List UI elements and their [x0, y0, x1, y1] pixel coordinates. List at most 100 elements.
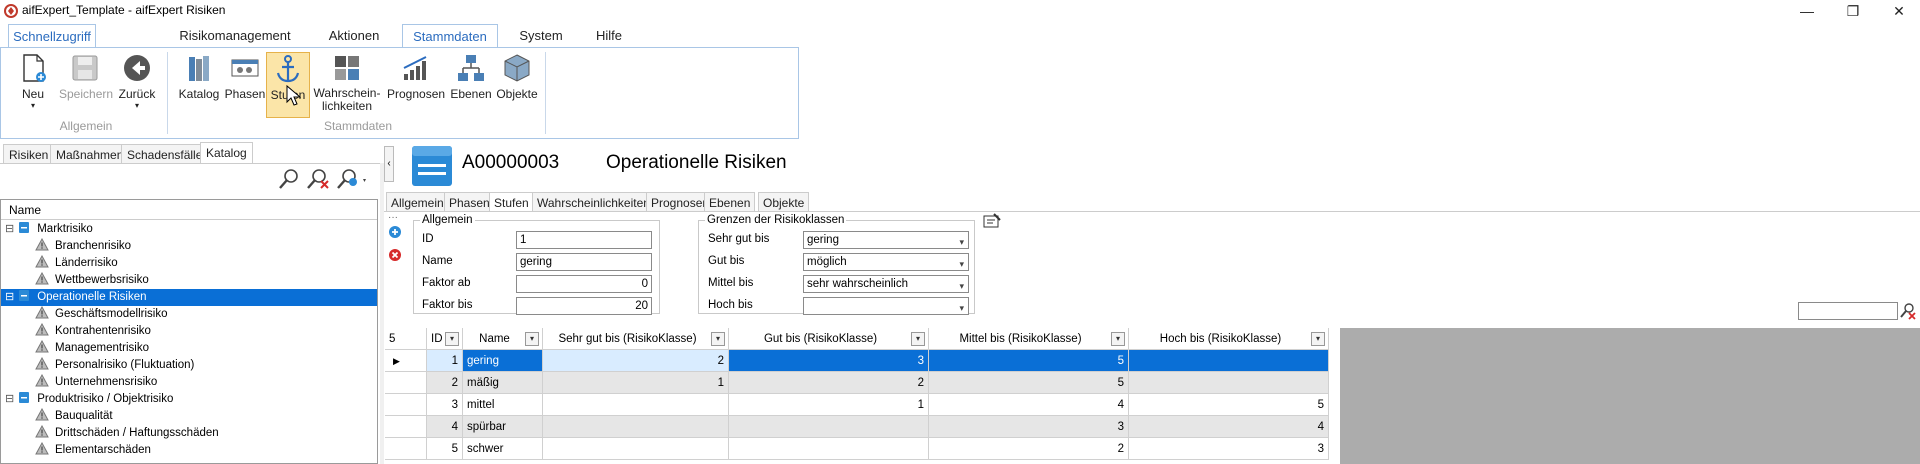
quick-filter-input[interactable]	[1798, 302, 1898, 320]
grid-cell[interactable]: 3	[427, 394, 463, 416]
tab-wahrscheinlichkeiten[interactable]: Wahrscheinlichkeiten	[532, 192, 655, 212]
grid-cell[interactable]: 3	[1129, 438, 1329, 460]
column-header[interactable]: Mittel bis (RisikoKlasse) ▾	[929, 328, 1129, 350]
grid-cell[interactable]: 1	[729, 394, 929, 416]
grid-cell[interactable]	[729, 438, 929, 460]
faktor-bis-field[interactable]	[516, 297, 652, 315]
grid-cell[interactable]: 2	[929, 438, 1129, 460]
search-icon[interactable]	[278, 168, 300, 190]
delete-icon[interactable]	[388, 248, 402, 262]
tree-node[interactable]: Branchenrisiko	[1, 237, 377, 255]
layers-button[interactable]: Ebenen	[449, 52, 493, 118]
grid-cell[interactable]: 2	[427, 372, 463, 394]
edit-note-icon[interactable]	[982, 212, 1002, 230]
probabilities-button[interactable]: Wahrschein- lichkeiten	[313, 52, 381, 118]
filter-dropdown-icon[interactable]: ▾	[1111, 332, 1125, 346]
gut-select[interactable]: möglich ▾	[803, 253, 969, 271]
catalog-button[interactable]: Katalog	[177, 52, 221, 118]
filter-dropdown-icon[interactable]: ▾	[1311, 332, 1325, 346]
phases-button[interactable]: Phasen	[223, 52, 267, 118]
filter-dropdown-icon[interactable]: ▾	[711, 332, 725, 346]
grid-cell[interactable]: spürbar	[463, 416, 543, 438]
tab-stammdaten[interactable]: Stammdaten	[402, 24, 498, 48]
tree-node[interactable]: Geschäftsmodellrisiko	[1, 305, 377, 323]
tree-node[interactable]: Drittschäden / Haftungsschäden	[1, 424, 377, 442]
grid-cell[interactable]: 2	[729, 372, 929, 394]
clear-filter-icon[interactable]	[1900, 302, 1916, 320]
grid-cell[interactable]: 2	[543, 350, 729, 372]
row-indicator[interactable]	[385, 372, 427, 394]
grid-cell[interactable]	[543, 416, 729, 438]
tab-objekte[interactable]: Objekte	[758, 192, 810, 212]
tab-massnahmen[interactable]: Maßnahmen	[50, 144, 130, 164]
grid-cell[interactable]: 5	[1129, 394, 1329, 416]
grid-cell[interactable]	[543, 394, 729, 416]
minimize-button[interactable]: —	[1784, 0, 1830, 22]
sehr-gut-select[interactable]: gering ▾	[803, 231, 969, 249]
back-button[interactable]: Zurück ▾	[115, 52, 159, 118]
tab-risiken[interactable]: Risiken	[3, 144, 55, 164]
save-button[interactable]: Speichern	[59, 52, 113, 118]
column-header[interactable]: Name ▾	[463, 328, 543, 350]
row-indicator[interactable]: ▶	[385, 350, 427, 372]
id-field[interactable]	[516, 231, 652, 249]
tree-node[interactable]: ⊟ Operationelle Risiken	[1, 289, 377, 306]
mittel-select[interactable]: sehr wahrscheinlich ▾	[803, 275, 969, 293]
row-indicator[interactable]	[385, 438, 427, 460]
row-indicator[interactable]	[385, 394, 427, 416]
tab-system[interactable]: System	[508, 24, 574, 48]
tree-node[interactable]: Personalrisiko (Fluktuation)	[1, 356, 377, 374]
expand-icon[interactable]: ⊟	[5, 291, 14, 303]
tree-node[interactable]: Elementarschäden	[1, 441, 377, 459]
grid-cell[interactable]: 4	[929, 394, 1129, 416]
expand-icon[interactable]: ⊟	[5, 393, 14, 405]
grid-cell[interactable]	[729, 416, 929, 438]
tab-katalog[interactable]: Katalog	[200, 142, 253, 164]
tab-schadensfaelle[interactable]: Schadensfälle	[121, 144, 209, 164]
tree-node[interactable]: Wettbewerbsrisiko	[1, 271, 377, 289]
tab-stufen[interactable]: Stufen	[489, 192, 534, 212]
grid-cell[interactable]: 5	[929, 372, 1129, 394]
column-header[interactable]: Hoch bis (RisikoKlasse) ▾	[1129, 328, 1329, 350]
tree-node[interactable]: Länderrisiko	[1, 254, 377, 272]
column-header[interactable]: Gut bis (RisikoKlasse) ▾	[729, 328, 929, 350]
tree-node[interactable]: Kontrahentenrisiko	[1, 322, 377, 340]
column-header[interactable]: Sehr gut bis (RisikoKlasse) ▾	[543, 328, 729, 350]
tree-node[interactable]: ⊟ Produktrisiko / Objektrisiko	[1, 391, 377, 408]
clear-search-icon[interactable]	[306, 168, 330, 190]
tab-schnellzugriff[interactable]: Schnellzugriff	[8, 24, 96, 48]
grid-cell[interactable]: mäßig	[463, 372, 543, 394]
grid-cell[interactable]: 4	[1129, 416, 1329, 438]
tab-allgemein[interactable]: Allgemein	[386, 192, 449, 212]
grid-cell[interactable]: 3	[729, 350, 929, 372]
name-field[interactable]	[516, 253, 652, 271]
tree-node[interactable]: Unternehmensrisiko	[1, 373, 377, 391]
grid-cell[interactable]: 3	[929, 416, 1129, 438]
tab-ebenen[interactable]: Ebenen	[704, 192, 756, 212]
grid-cell[interactable]: 1	[427, 350, 463, 372]
column-header[interactable]: ID ▾	[427, 328, 463, 350]
grid-cell[interactable]: mittel	[463, 394, 543, 416]
faktor-ab-field[interactable]	[516, 275, 652, 293]
grid-cell[interactable]	[1129, 372, 1329, 394]
grid-cell[interactable]: 1	[543, 372, 729, 394]
tab-risikomanagement[interactable]: Risikomanagement	[176, 24, 294, 48]
close-button[interactable]: ✕	[1876, 0, 1920, 22]
grid-cell[interactable]: 5	[427, 438, 463, 460]
forecasts-button[interactable]: Prognosen	[387, 52, 445, 118]
tab-hilfe[interactable]: Hilfe	[586, 24, 632, 48]
objects-button[interactable]: Objekte	[495, 52, 539, 118]
add-icon[interactable]	[388, 225, 402, 239]
search-settings-icon[interactable]	[336, 168, 368, 190]
grid-cell[interactable]: gering	[463, 350, 543, 372]
grid-cell[interactable]: schwer	[463, 438, 543, 460]
filter-dropdown-icon[interactable]: ▾	[445, 332, 459, 346]
filter-dropdown-icon[interactable]: ▾	[525, 332, 539, 346]
tree-node[interactable]: Bauqualität	[1, 407, 377, 425]
tab-phasen[interactable]: Phasen	[444, 192, 495, 212]
maximize-button[interactable]: ❐	[1830, 0, 1876, 22]
grid-cell[interactable]	[1129, 350, 1329, 372]
grid-cell[interactable]: 4	[427, 416, 463, 438]
row-indicator[interactable]	[385, 416, 427, 438]
new-button[interactable]: Neu ▾	[11, 52, 55, 118]
